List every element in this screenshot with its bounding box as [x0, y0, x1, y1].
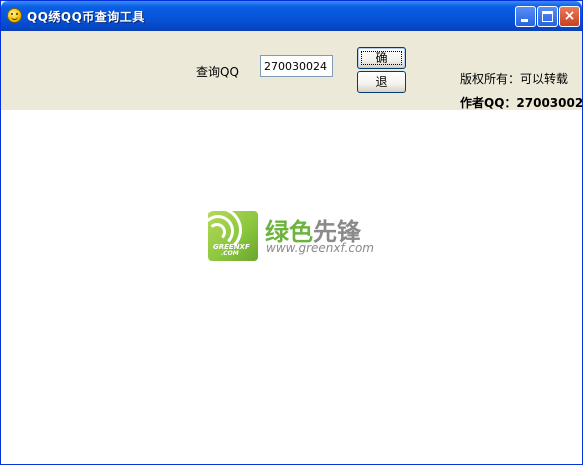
- close-button[interactable]: ×: [559, 6, 580, 27]
- eye-left: [11, 13, 13, 15]
- exit-button-label: 退: [375, 75, 388, 89]
- smiley-app-icon[interactable]: [7, 8, 22, 23]
- maximize-icon: [542, 11, 553, 22]
- title-bar[interactable]: QQ绣QQ币查询工具 ×: [1, 1, 582, 31]
- greenxf-logo-icon: GREENXF .COM: [208, 211, 258, 261]
- logo-arc-inner: [208, 223, 226, 241]
- exit-button[interactable]: 退: [357, 71, 406, 93]
- query-panel: 查询QQ 确 退 版权所有：可以转载 作者QQ：270030024: [1, 31, 583, 110]
- qq-number-input[interactable]: [260, 55, 333, 77]
- result-area: GREENXF .COM 绿色先锋 www.greenxf.com: [1, 110, 582, 464]
- smile-mouth: [11, 16, 18, 20]
- watermark-url: www.greenxf.com: [266, 241, 374, 255]
- maximize-button[interactable]: [537, 6, 558, 27]
- query-qq-label: 查询QQ: [196, 65, 239, 79]
- focus-rect: [361, 51, 402, 65]
- copyright-text: 版权所有：可以转载: [460, 72, 569, 86]
- eye-right: [16, 13, 18, 15]
- window-title: QQ绣QQ币查询工具: [27, 10, 145, 24]
- author-qq-text: 作者QQ：270030024: [460, 96, 583, 110]
- app-window: QQ绣QQ币查询工具 × 查询QQ 确 退 版权所有：可以转载 作者QQ：270…: [0, 0, 583, 465]
- close-icon: ×: [563, 8, 576, 24]
- minimize-button[interactable]: [515, 6, 536, 27]
- minimize-icon: [521, 19, 528, 22]
- logo-text-bottom: .COM: [221, 250, 239, 257]
- confirm-button[interactable]: 确: [357, 47, 406, 69]
